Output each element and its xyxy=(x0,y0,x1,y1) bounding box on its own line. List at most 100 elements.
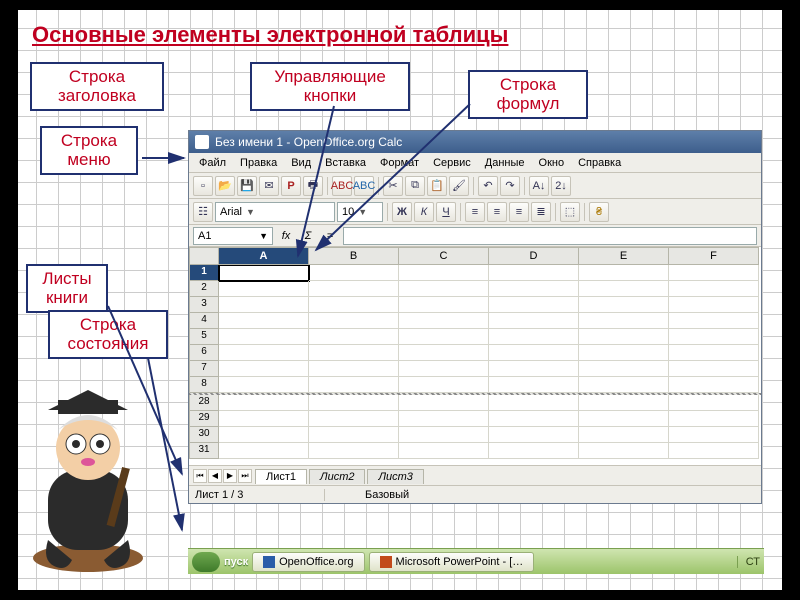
cell[interactable] xyxy=(399,361,489,377)
spellcheck-icon[interactable]: ABC xyxy=(332,176,352,196)
cell[interactable] xyxy=(309,395,399,411)
currency-icon[interactable]: ₴ xyxy=(589,202,609,222)
cell[interactable] xyxy=(669,361,759,377)
cell[interactable] xyxy=(399,297,489,313)
cell[interactable] xyxy=(309,345,399,361)
row-header[interactable]: 31 xyxy=(189,443,219,459)
cell[interactable] xyxy=(489,395,579,411)
cell[interactable] xyxy=(579,427,669,443)
select-all-corner[interactable] xyxy=(189,247,219,265)
cell[interactable] xyxy=(669,395,759,411)
titlebar[interactable]: Без имени 1 - OpenOffice.org Calc xyxy=(189,131,761,153)
cell[interactable] xyxy=(309,427,399,443)
align-left-icon[interactable]: ≡ xyxy=(465,202,485,222)
cell[interactable] xyxy=(669,281,759,297)
prev-sheet-icon[interactable]: ◀ xyxy=(208,469,222,483)
redo-icon[interactable]: ↷ xyxy=(500,176,520,196)
cell[interactable] xyxy=(219,377,309,393)
cell[interactable] xyxy=(219,329,309,345)
cell[interactable] xyxy=(579,297,669,313)
autospell-icon[interactable]: ABC xyxy=(354,176,374,196)
cell[interactable] xyxy=(579,345,669,361)
cut-icon[interactable]: ✂ xyxy=(383,176,403,196)
cell[interactable] xyxy=(399,443,489,459)
cell[interactable] xyxy=(669,345,759,361)
cell[interactable] xyxy=(669,377,759,393)
row-header[interactable]: 4 xyxy=(189,313,219,329)
cell[interactable] xyxy=(399,265,489,281)
cell[interactable] xyxy=(579,411,669,427)
cell[interactable] xyxy=(669,329,759,345)
pdf-icon[interactable]: P xyxy=(281,176,301,196)
cell[interactable] xyxy=(579,443,669,459)
cell[interactable] xyxy=(489,297,579,313)
sort-desc-icon[interactable]: 2↓ xyxy=(551,176,571,196)
italic-button[interactable]: К xyxy=(414,202,434,222)
start-button[interactable] xyxy=(192,552,220,572)
cell[interactable] xyxy=(309,411,399,427)
save-icon[interactable]: 💾 xyxy=(237,176,257,196)
cell[interactable] xyxy=(399,395,489,411)
cell[interactable] xyxy=(669,297,759,313)
menu-edit[interactable]: Правка xyxy=(234,155,283,171)
merge-cells-icon[interactable]: ⬚ xyxy=(560,202,580,222)
cell[interactable] xyxy=(489,361,579,377)
font-size-combo[interactable]: 10▼ xyxy=(337,202,383,222)
cell[interactable] xyxy=(669,443,759,459)
cell[interactable] xyxy=(399,411,489,427)
taskbar-tray[interactable]: СТ xyxy=(737,556,760,568)
cell[interactable] xyxy=(399,345,489,361)
row-header[interactable]: 6 xyxy=(189,345,219,361)
cell[interactable] xyxy=(489,313,579,329)
cell[interactable] xyxy=(399,427,489,443)
cell[interactable] xyxy=(579,377,669,393)
row-header[interactable]: 30 xyxy=(189,427,219,443)
last-sheet-icon[interactable]: ⏭ xyxy=(238,469,252,483)
column-header-b[interactable]: B xyxy=(309,247,399,265)
align-center-icon[interactable]: ≡ xyxy=(487,202,507,222)
column-header-c[interactable]: C xyxy=(399,247,489,265)
menu-tools[interactable]: Сервис xyxy=(427,155,477,171)
menu-window[interactable]: Окно xyxy=(533,155,571,171)
taskbar-item-powerpoint[interactable]: Microsoft PowerPoint - [… xyxy=(369,552,535,572)
sheet-tab-1[interactable]: Лист1 xyxy=(255,469,307,484)
cell[interactable] xyxy=(399,281,489,297)
cell[interactable] xyxy=(579,395,669,411)
copy-icon[interactable]: ⧉ xyxy=(405,176,425,196)
format-paint-icon[interactable]: 🖌 xyxy=(449,176,469,196)
row-header[interactable]: 8 xyxy=(189,377,219,393)
formula-input[interactable] xyxy=(343,227,757,245)
next-sheet-icon[interactable]: ▶ xyxy=(223,469,237,483)
cell[interactable] xyxy=(219,297,309,313)
menu-data[interactable]: Данные xyxy=(479,155,531,171)
cell[interactable] xyxy=(219,313,309,329)
cell[interactable] xyxy=(489,377,579,393)
underline-button[interactable]: Ч xyxy=(436,202,456,222)
row-header[interactable]: 29 xyxy=(189,411,219,427)
cell[interactable] xyxy=(399,377,489,393)
print-icon[interactable]: 🖶 xyxy=(303,176,323,196)
styles-icon[interactable]: ☷ xyxy=(193,202,213,222)
cell[interactable] xyxy=(219,443,309,459)
mail-icon[interactable]: ✉ xyxy=(259,176,279,196)
cell[interactable] xyxy=(309,313,399,329)
row-header[interactable]: 3 xyxy=(189,297,219,313)
menu-format[interactable]: Формат xyxy=(374,155,425,171)
menu-view[interactable]: Вид xyxy=(285,155,317,171)
cell[interactable] xyxy=(489,329,579,345)
column-header-d[interactable]: D xyxy=(489,247,579,265)
undo-icon[interactable]: ↶ xyxy=(478,176,498,196)
column-header-a[interactable]: A xyxy=(219,247,309,265)
open-icon[interactable]: 📂 xyxy=(215,176,235,196)
cell[interactable] xyxy=(489,427,579,443)
first-sheet-icon[interactable]: ⏮ xyxy=(193,469,207,483)
cell[interactable] xyxy=(219,281,309,297)
cell[interactable] xyxy=(579,329,669,345)
row-header[interactable]: 7 xyxy=(189,361,219,377)
cell[interactable] xyxy=(489,281,579,297)
menu-insert[interactable]: Вставка xyxy=(319,155,372,171)
cell[interactable] xyxy=(489,411,579,427)
align-right-icon[interactable]: ≡ xyxy=(509,202,529,222)
column-header-f[interactable]: F xyxy=(669,247,759,265)
font-name-combo[interactable]: Arial▼ xyxy=(215,202,335,222)
